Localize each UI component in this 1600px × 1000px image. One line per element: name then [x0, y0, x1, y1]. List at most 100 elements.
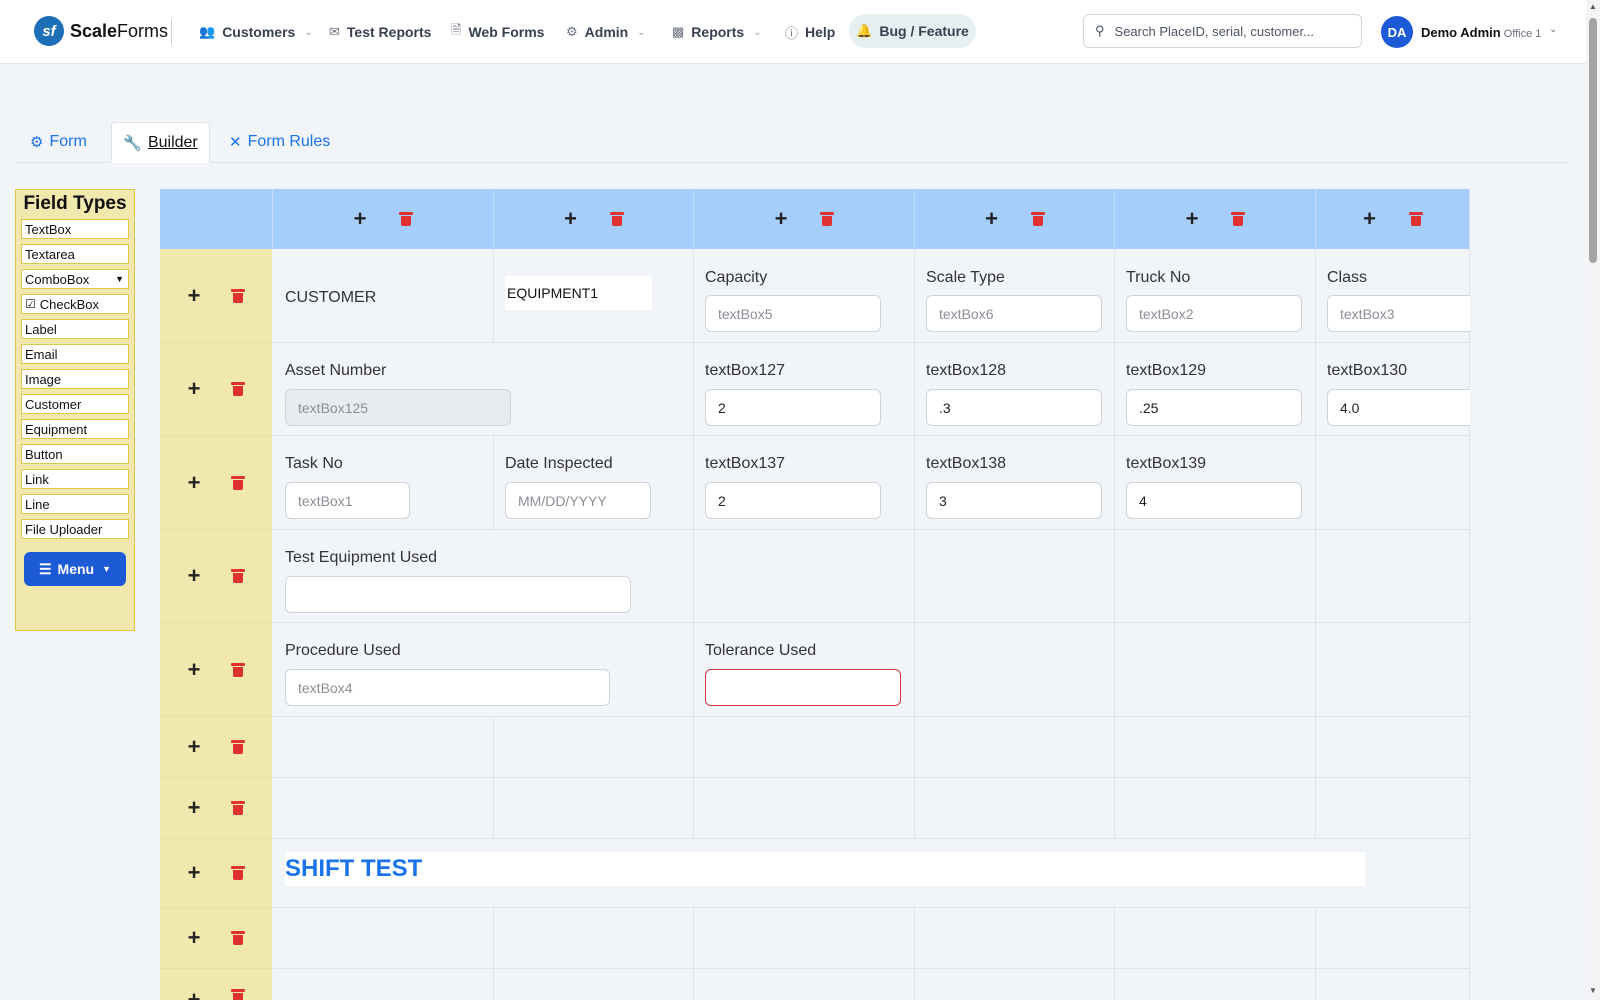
delete-row-icon[interactable] [231, 569, 246, 583]
delete-column-icon[interactable] [609, 212, 624, 226]
textbox129-input[interactable] [1126, 389, 1302, 426]
add-column-icon[interactable]: + [775, 208, 788, 230]
app-logo[interactable]: sf ScaleForms [34, 16, 168, 46]
add-column-icon[interactable]: + [1186, 208, 1199, 230]
tolerance-used-label: Tolerance Used [705, 642, 817, 659]
add-column-icon[interactable]: + [985, 208, 998, 230]
scrollbar-thumb[interactable] [1589, 18, 1597, 263]
equipment-field[interactable]: EQUIPMENT1 [505, 276, 652, 310]
wrench-icon: 🔧 [123, 134, 142, 152]
field-type-combobox[interactable]: ComboBox ▼ [21, 269, 129, 289]
textbox128-input[interactable] [926, 389, 1102, 426]
textbox130-input[interactable] [1327, 389, 1470, 426]
capacity-input[interactable] [705, 295, 881, 332]
test-equipment-used-input[interactable] [285, 576, 631, 613]
procedure-used-input[interactable] [285, 669, 610, 706]
logo-text-bold: Scale [70, 20, 118, 41]
date-inspected-input[interactable] [505, 482, 651, 519]
delete-column-icon[interactable] [1408, 212, 1423, 226]
class-input[interactable] [1327, 295, 1470, 332]
nav-help-label: Help [805, 24, 836, 40]
truck-no-input[interactable] [1126, 295, 1302, 332]
tab-form[interactable]: ⚙ Form [30, 122, 87, 162]
delete-row-icon[interactable] [231, 801, 246, 815]
add-row-icon[interactable]: + [188, 284, 201, 307]
scroll-up-icon[interactable]: ▲ [1589, 2, 1597, 11]
nav-web-forms[interactable]: 🗎 Web Forms [451, 18, 544, 46]
delete-row-icon[interactable] [231, 475, 246, 490]
add-column-icon[interactable]: + [1363, 208, 1376, 230]
field-type-textbox[interactable]: TextBox [21, 219, 129, 239]
tab-builder-label: Builder [147, 133, 198, 151]
delete-row-icon[interactable] [231, 866, 246, 880]
delete-column-icon[interactable] [820, 212, 835, 226]
add-row-icon[interactable]: + [188, 658, 201, 681]
tab-form-rules[interactable]: ✕ Form Rules [229, 122, 330, 162]
bug-feature-button[interactable]: 🔔 Bug / Feature [849, 14, 976, 48]
caret-down-icon: ▼ [115, 274, 124, 284]
delete-column-icon[interactable] [1030, 212, 1045, 226]
nav-admin[interactable]: ⚙ Admin ⌄ [566, 18, 646, 46]
field-type-customer[interactable]: Customer [21, 394, 129, 414]
tab-builder[interactable]: 🔧 Builder [111, 122, 210, 163]
textbox137-input[interactable] [705, 482, 881, 519]
field-type-equipment[interactable]: Equipment [21, 419, 129, 439]
add-row-icon[interactable]: + [188, 862, 201, 884]
add-row-icon[interactable]: + [188, 565, 201, 587]
grid-cell [694, 969, 915, 1000]
field-type-textarea[interactable]: Textarea [21, 244, 129, 264]
add-row-icon[interactable]: + [188, 989, 201, 1000]
scale-type-input[interactable] [926, 295, 1102, 332]
delete-row-icon[interactable] [231, 662, 246, 677]
chevron-down-icon[interactable]: ⌄ [1549, 24, 1557, 35]
add-row-icon[interactable]: + [188, 471, 201, 494]
add-row-icon[interactable]: + [188, 378, 201, 400]
add-column-icon[interactable]: + [564, 208, 577, 230]
avatar[interactable]: DA [1381, 16, 1413, 48]
nav-test-reports[interactable]: ✉ Test Reports [329, 18, 431, 46]
add-row-icon[interactable]: + [188, 797, 201, 819]
row-header: + [160, 908, 272, 969]
add-column-icon[interactable]: + [354, 208, 367, 230]
field-type-email[interactable]: Email [21, 344, 129, 364]
textbox138-input[interactable] [926, 482, 1102, 519]
asset-number-input[interactable] [285, 389, 511, 426]
field-type-button[interactable]: Button [21, 444, 129, 464]
nav-reports[interactable]: ▩ Reports ⌄ [672, 18, 762, 46]
delete-row-icon[interactable] [231, 931, 246, 945]
field-type-line[interactable]: Line [21, 494, 129, 514]
task-no-input[interactable] [285, 482, 410, 519]
grid-cell [1316, 969, 1470, 1000]
add-row-icon[interactable]: + [188, 736, 201, 758]
add-row-icon[interactable]: + [188, 927, 201, 949]
nav-customers[interactable]: 👥 Customers ⌄ [199, 18, 313, 46]
field-type-file-uploader[interactable]: File Uploader [21, 519, 129, 539]
gear-icon: ⚙ [566, 24, 578, 39]
user-menu[interactable]: Demo Admin Office 1 [1421, 25, 1541, 40]
customer-field[interactable]: CUSTOMER [285, 289, 376, 307]
scroll-down-icon[interactable]: ▼ [1589, 986, 1597, 995]
shift-test-heading[interactable]: SHIFT TEST [285, 852, 1365, 886]
delete-column-icon[interactable] [399, 212, 414, 226]
grid-corner [160, 189, 273, 249]
document-icon: 🗎 [451, 22, 462, 37]
delete-row-icon[interactable] [231, 382, 246, 396]
search-input[interactable] [1112, 22, 1347, 40]
field-type-label[interactable]: Label [21, 319, 129, 339]
delete-row-icon[interactable] [231, 989, 246, 1000]
tab-form-rules-label: Form Rules [247, 133, 331, 150]
textbox139-input[interactable] [1126, 482, 1302, 519]
delete-row-icon[interactable] [231, 740, 246, 754]
delete-column-icon[interactable] [1231, 212, 1246, 226]
nav-help[interactable]: ⓘ Help [785, 18, 835, 46]
column-header: + [494, 189, 694, 249]
page-scrollbar[interactable]: ▲ ▼ [1586, 0, 1600, 1000]
textbox127-input[interactable] [705, 389, 881, 426]
tolerance-used-input[interactable] [705, 669, 901, 706]
logo-mark-icon: sf [34, 16, 64, 46]
field-type-image[interactable]: Image [21, 369, 129, 389]
menu-button[interactable]: ☰ Menu ▼ [24, 552, 126, 586]
delete-row-icon[interactable] [231, 288, 246, 303]
field-type-link[interactable]: Link [21, 469, 129, 489]
field-type-checkbox[interactable]: ☑ CheckBox [21, 294, 129, 314]
